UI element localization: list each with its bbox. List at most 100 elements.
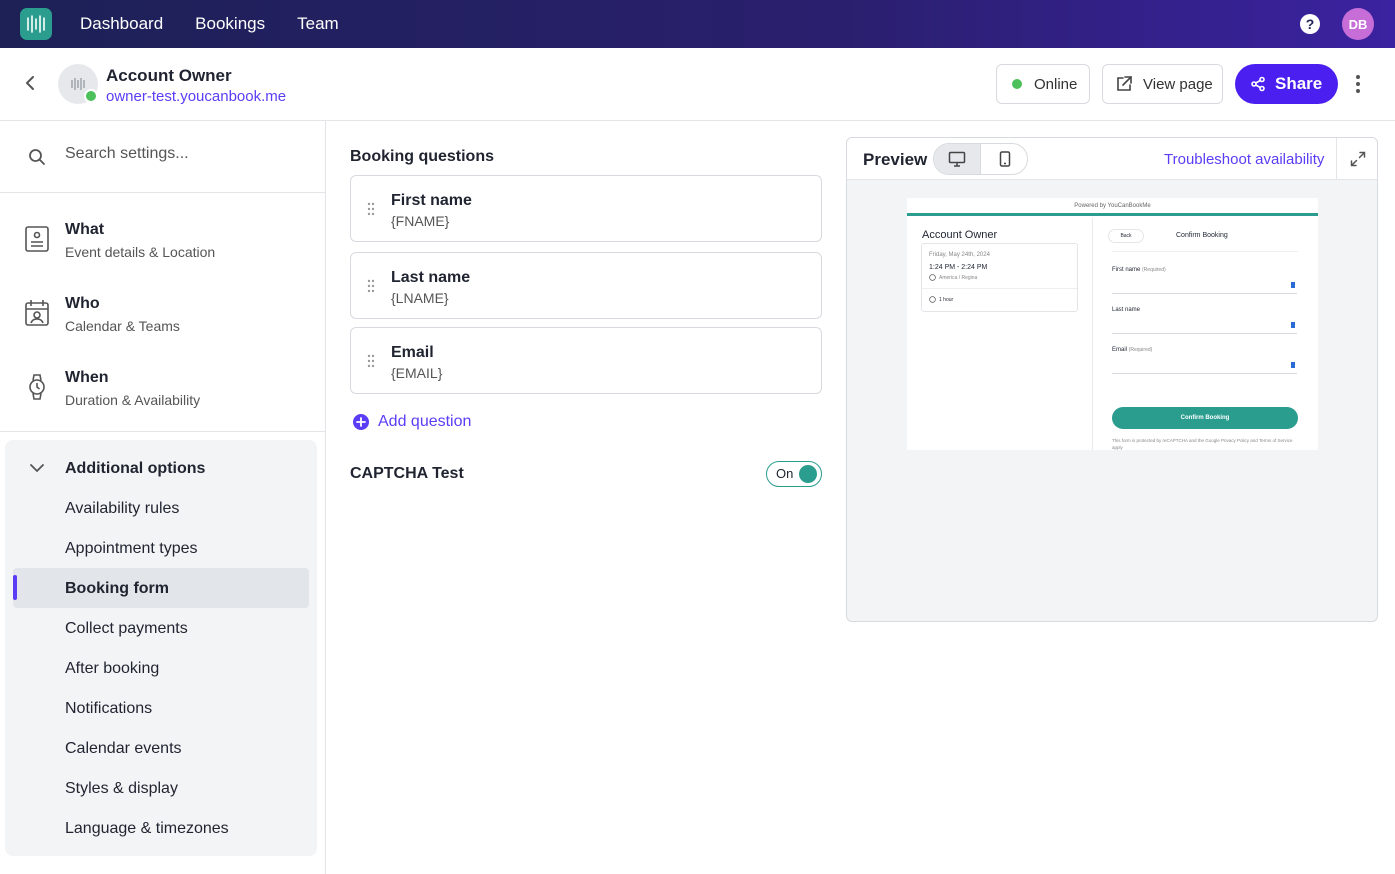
question-token: {FNAME} — [391, 213, 450, 229]
preview-confirm-button: Confirm Booking — [1112, 407, 1298, 429]
preview-account-name: Account Owner — [922, 229, 998, 241]
phone-icon — [999, 151, 1010, 167]
back-arrow-icon[interactable] — [22, 74, 40, 97]
troubleshoot-availability-link[interactable]: Troubleshoot availability — [1164, 151, 1324, 168]
autofill-icon — [1291, 362, 1295, 368]
sidebar-item-appointment-types[interactable]: Appointment types — [65, 540, 198, 558]
top-nav: Dashboard Bookings Team — [80, 0, 339, 48]
page-title: Account Owner — [106, 66, 232, 85]
more-options-icon[interactable] — [1355, 74, 1361, 99]
globe-icon — [929, 274, 936, 281]
active-item-indicator — [13, 575, 17, 600]
question-card[interactable]: First name {FNAME} — [350, 175, 822, 242]
sidebar-divider — [0, 431, 325, 432]
add-question-button[interactable]: Add question — [352, 413, 471, 431]
autofill-icon — [1291, 282, 1295, 288]
additional-options-panel: Additional options Availability rules Ap… — [5, 440, 317, 856]
view-page-button[interactable]: View page — [1102, 64, 1223, 104]
preview-date: Friday, May 24th, 2024 — [929, 252, 990, 258]
sidebar-item-language-timezones[interactable]: Language & timezones — [65, 820, 229, 838]
field-required-text: (Required) — [1142, 267, 1166, 273]
sidebar-item-availability-rules[interactable]: Availability rules — [65, 500, 179, 518]
additional-options-title[interactable]: Additional options — [65, 460, 205, 478]
settings-sidebar: What Event details & Location Who Calend… — [0, 121, 326, 874]
booking-page-preview: Powered by YouCanBookMe Account Owner Fr… — [907, 198, 1318, 450]
clock-icon — [929, 296, 936, 303]
drag-handle-icon[interactable] — [367, 279, 375, 293]
question-token: {EMAIL} — [391, 365, 443, 381]
sidebar-item-collect-payments[interactable]: Collect payments — [65, 620, 188, 638]
preview-recaptcha-notice: This form is protected by reCAPTCHA and … — [1112, 438, 1293, 450]
document-icon — [25, 226, 49, 252]
preview-left-column: Account Owner Friday, May 24th, 2024 1:2… — [907, 218, 1093, 450]
toggle-state-label: On — [776, 466, 794, 481]
captcha-toggle[interactable]: On — [766, 461, 822, 487]
drag-handle-icon[interactable] — [367, 354, 375, 368]
preview-form-column: Back Confirm Booking First name (Require… — [1093, 218, 1318, 450]
share-label: Share — [1275, 74, 1323, 93]
drag-handle-icon[interactable] — [367, 202, 375, 216]
sidebar-item-subtitle: Calendar & Teams — [65, 318, 180, 334]
preview-input — [1112, 357, 1297, 374]
preview-time: 1:24 PM - 2:24 PM — [929, 264, 988, 271]
sidebar-item-subtitle: Event details & Location — [65, 244, 216, 260]
preview-form-heading: Confirm Booking — [1176, 232, 1228, 239]
nav-bookings[interactable]: Bookings — [195, 14, 265, 34]
sidebar-item-title: When — [65, 369, 109, 386]
sidebar-item-styles-display[interactable]: Styles & display — [65, 780, 178, 798]
question-name: Last name — [391, 269, 471, 286]
preview-input — [1112, 277, 1297, 294]
share-button[interactable]: Share — [1235, 64, 1338, 104]
mobile-view-button[interactable] — [981, 144, 1028, 174]
summary-divider — [922, 288, 1077, 289]
nav-team[interactable]: Team — [297, 14, 339, 34]
preview-booking-summary: Friday, May 24th, 2024 1:24 PM - 2:24 PM… — [921, 243, 1078, 312]
field-required-text: (Required) — [1128, 347, 1153, 353]
question-card[interactable]: Last name {LNAME} — [350, 252, 822, 319]
question-name: Email — [391, 344, 434, 361]
preview-input — [1112, 317, 1297, 334]
plus-circle-icon — [353, 414, 369, 430]
online-label: Online — [1034, 75, 1078, 93]
search-input[interactable] — [65, 145, 305, 163]
preview-panel: Preview Troubleshoot availability Powere… — [846, 137, 1378, 622]
chevron-down-icon[interactable] — [29, 462, 45, 474]
nav-dashboard[interactable]: Dashboard — [80, 14, 163, 34]
help-icon[interactable]: ? — [1300, 14, 1320, 34]
powered-by-banner: Powered by YouCanBookMe — [907, 198, 1318, 216]
preview-field-label: Last name — [1112, 307, 1140, 313]
sidebar-item-title: Who — [65, 295, 100, 312]
add-question-label: Add question — [378, 413, 472, 430]
app-logo-icon[interactable] — [20, 8, 52, 40]
online-status-button[interactable]: Online — [996, 64, 1090, 104]
sidebar-item-title: What — [65, 221, 105, 238]
sidebar-item-when[interactable]: When Duration & Availability — [0, 351, 325, 425]
share-icon — [1251, 76, 1265, 92]
autofill-icon — [1291, 322, 1295, 328]
page-header: Account Owner owner-test.youcanbook.me O… — [0, 48, 1395, 121]
watch-icon — [29, 374, 45, 400]
sidebar-item-booking-form[interactable]: Booking form — [65, 580, 169, 598]
sidebar-item-who[interactable]: Who Calendar & Teams — [0, 277, 325, 351]
captcha-label: CAPTCHA Test — [350, 465, 464, 482]
preview-duration: 1 hour — [939, 297, 954, 303]
user-avatar[interactable]: DB — [1342, 8, 1374, 40]
question-token: {LNAME} — [391, 290, 449, 306]
calendar-person-icon — [25, 300, 49, 326]
field-label-text: Last name — [1112, 307, 1141, 313]
preview-field-label: First name (Required) — [1112, 267, 1166, 273]
question-name: First name — [391, 192, 472, 209]
question-card[interactable]: Email {EMAIL} — [350, 327, 822, 394]
view-page-label: View page — [1143, 75, 1213, 93]
desktop-view-button[interactable] — [934, 144, 981, 174]
section-title: Booking questions — [350, 148, 494, 165]
booking-page-url[interactable]: owner-test.youcanbook.me — [106, 88, 286, 105]
search-icon — [29, 149, 45, 165]
device-toggle — [933, 143, 1028, 175]
expand-icon[interactable] — [1336, 138, 1377, 180]
sidebar-item-calendar-events[interactable]: Calendar events — [65, 740, 182, 758]
sidebar-item-what[interactable]: What Event details & Location — [0, 203, 325, 277]
preview-divider — [1112, 251, 1298, 252]
sidebar-item-notifications[interactable]: Notifications — [65, 700, 152, 718]
sidebar-item-after-booking[interactable]: After booking — [65, 660, 159, 678]
